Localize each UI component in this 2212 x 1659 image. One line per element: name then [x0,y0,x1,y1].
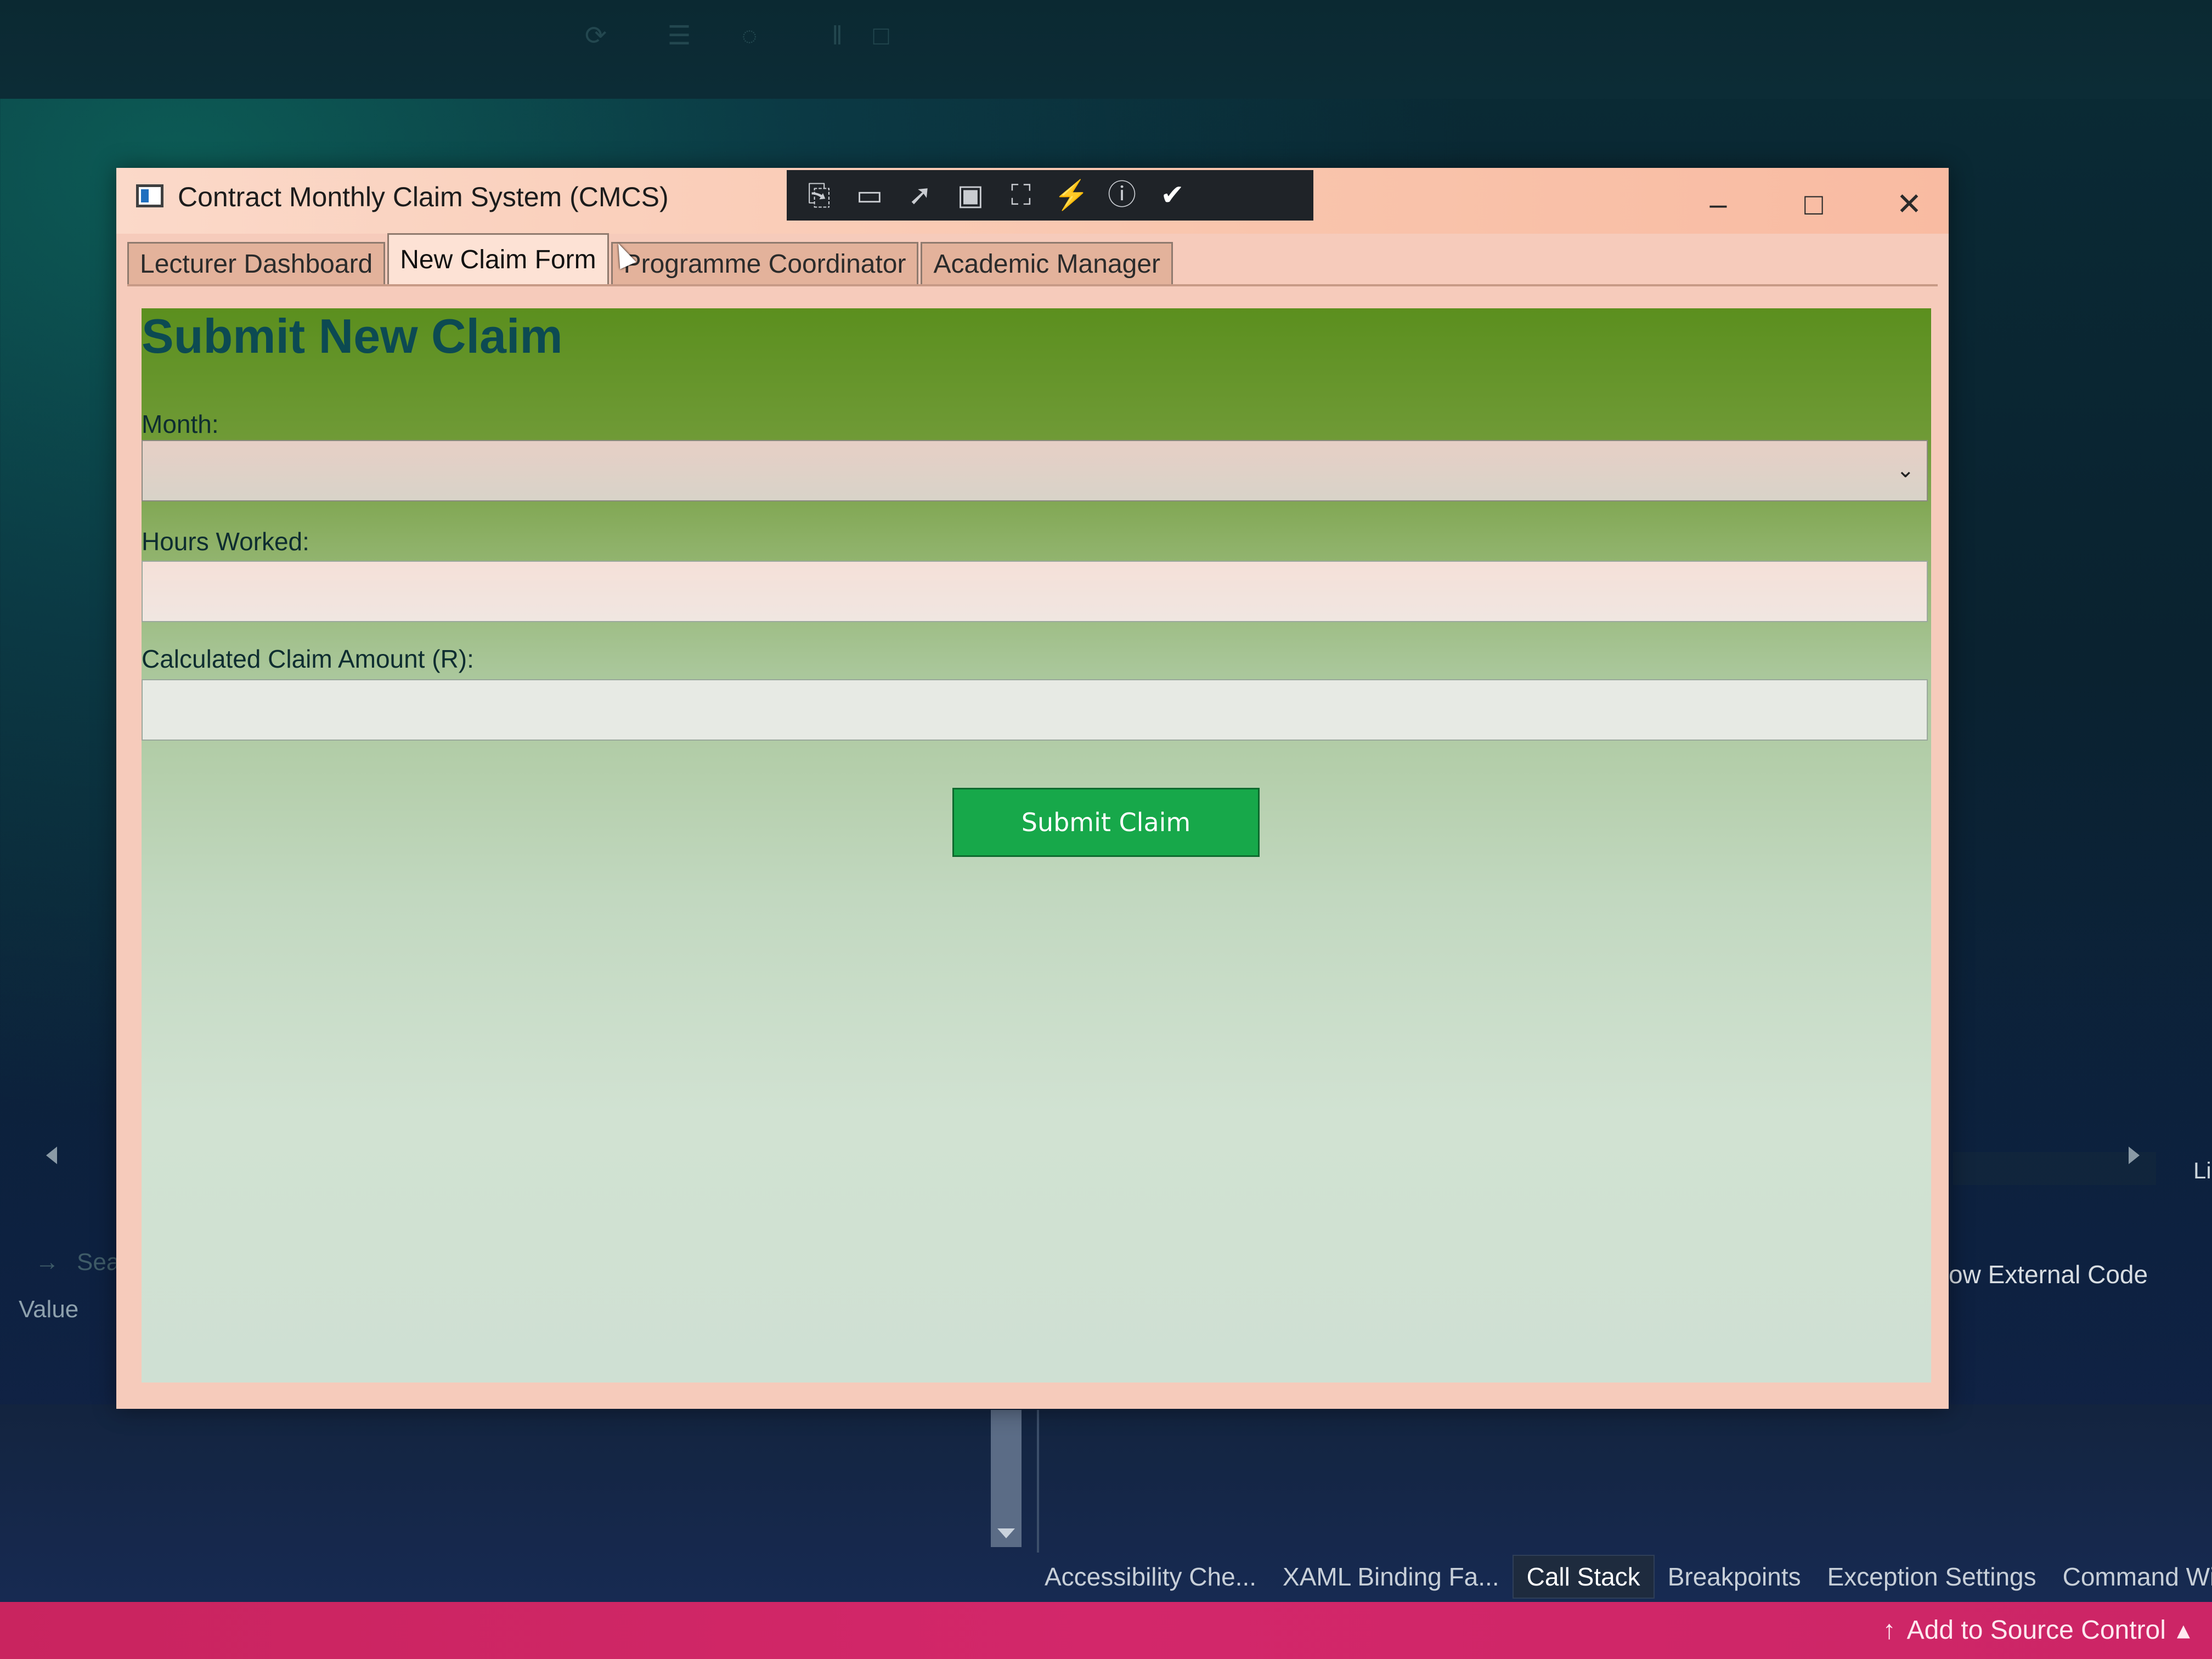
tab-new-claim-form[interactable]: New Claim Form [387,233,609,285]
panel-divider [1037,1410,1039,1553]
window-title: Contract Monthly Claim System (CMCS) [178,182,669,212]
tab-strip-divider [127,284,1938,286]
tab-accessibility-checker[interactable]: Accessibility Che... [1031,1556,1269,1598]
tab-breakpoints[interactable]: Breakpoints [1655,1556,1814,1598]
tab-lecturer-dashboard[interactable]: Lecturer Dashboard [127,242,386,285]
search-arrow-icon: → [35,1249,59,1276]
page-title: Submit New Claim [142,309,563,363]
restart-icon[interactable]: ⟳ [582,22,610,50]
status-bar: ↑ Add to Source Control ▴ [0,1602,2212,1659]
search-label[interactable]: Sea [77,1249,120,1276]
app-window: Contract Monthly Claim System (CMCS) ⎘ ▭… [116,168,1949,1409]
hours-worked-label: Hours Worked: [142,527,309,556]
tab-programme-coordinator[interactable]: Programme Coordinator [611,242,919,285]
scroll-right-icon[interactable] [2129,1147,2140,1164]
tab-command-window[interactable]: Command Wind... [2050,1556,2212,1598]
hours-worked-input[interactable] [142,561,1928,622]
claim-amount-label: Calculated Claim Amount (R): [142,645,474,673]
horizontal-scrollbar[interactable] [1953,1152,2156,1185]
tab-call-stack[interactable]: Call Stack [1512,1555,1655,1599]
step-icon[interactable]: ☰ [665,22,693,50]
info-icon[interactable]: ⓘ [1104,177,1140,213]
status-check-icon[interactable]: ✔ [1154,177,1190,213]
app-window-icon [136,184,163,207]
scroll-down-icon[interactable] [997,1528,1015,1538]
refresh-icon[interactable]: ◌ [735,22,764,50]
tab-exception-settings[interactable]: Exception Settings [1814,1556,2050,1598]
arrow-up-icon: ↑ [1882,1616,1896,1645]
select-element-icon[interactable]: ➚ [902,177,938,213]
submit-claim-button[interactable]: Submit Claim [952,788,1260,857]
minimize-button[interactable]: – [1701,187,1736,222]
show-external-code-option[interactable]: ow External Code [1949,1260,2148,1289]
ide-top-toolbar: ⟳ ☰ ◌ ‖ □ [0,0,2212,99]
new-claim-form-panel: Submit New Claim Month: ⌄ Hours Worked: … [142,308,1931,1383]
pause-icon[interactable]: ‖ [823,22,851,50]
close-button[interactable]: ✕ [1892,187,1927,222]
claim-amount-field [142,679,1928,741]
xaml-debug-toolbar: ⎘ ▭ ➚ ▣ ⛶ ⚡ ⓘ ✔ [787,170,1313,221]
chevron-down-icon: ⌄ [1896,458,1915,482]
vertical-scrollbar[interactable] [991,1410,1022,1547]
language-label: Li [2193,1158,2211,1183]
track-focus-icon[interactable]: ⛶ [1003,177,1039,213]
stop-icon[interactable]: □ [867,22,895,50]
maximize-button[interactable]: □ [1796,187,1831,222]
window-controls: – □ ✕ [1701,187,1927,222]
value-column-header: Value [19,1296,79,1323]
title-bar[interactable]: Contract Monthly Claim System (CMCS) ⎘ ▭… [116,168,1949,234]
month-select[interactable]: ⌄ [142,440,1928,501]
scroll-left-icon[interactable] [46,1147,57,1164]
live-visual-tree-icon[interactable]: ⎘ [801,177,837,213]
main-tab-strip: Lecturer Dashboard New Claim Form Progra… [127,233,1175,285]
preview-icon[interactable]: ▭ [851,177,888,213]
caret-up-icon: ▴ [2176,1616,2190,1645]
month-label: Month: [142,410,219,438]
source-control-label: Add to Source Control [1906,1616,2166,1645]
tab-xaml-binding-failures[interactable]: XAML Binding Fa... [1269,1556,1513,1598]
hot-reload-icon[interactable]: ⚡ [1053,177,1090,213]
ide-bottom-tabbar: Accessibility Che... XAML Binding Fa... … [1031,1555,2212,1599]
display-adorners-icon[interactable]: ▣ [952,177,989,213]
add-to-source-control-button[interactable]: ↑ Add to Source Control ▴ [1883,1602,2190,1659]
tab-academic-manager[interactable]: Academic Manager [921,242,1173,285]
